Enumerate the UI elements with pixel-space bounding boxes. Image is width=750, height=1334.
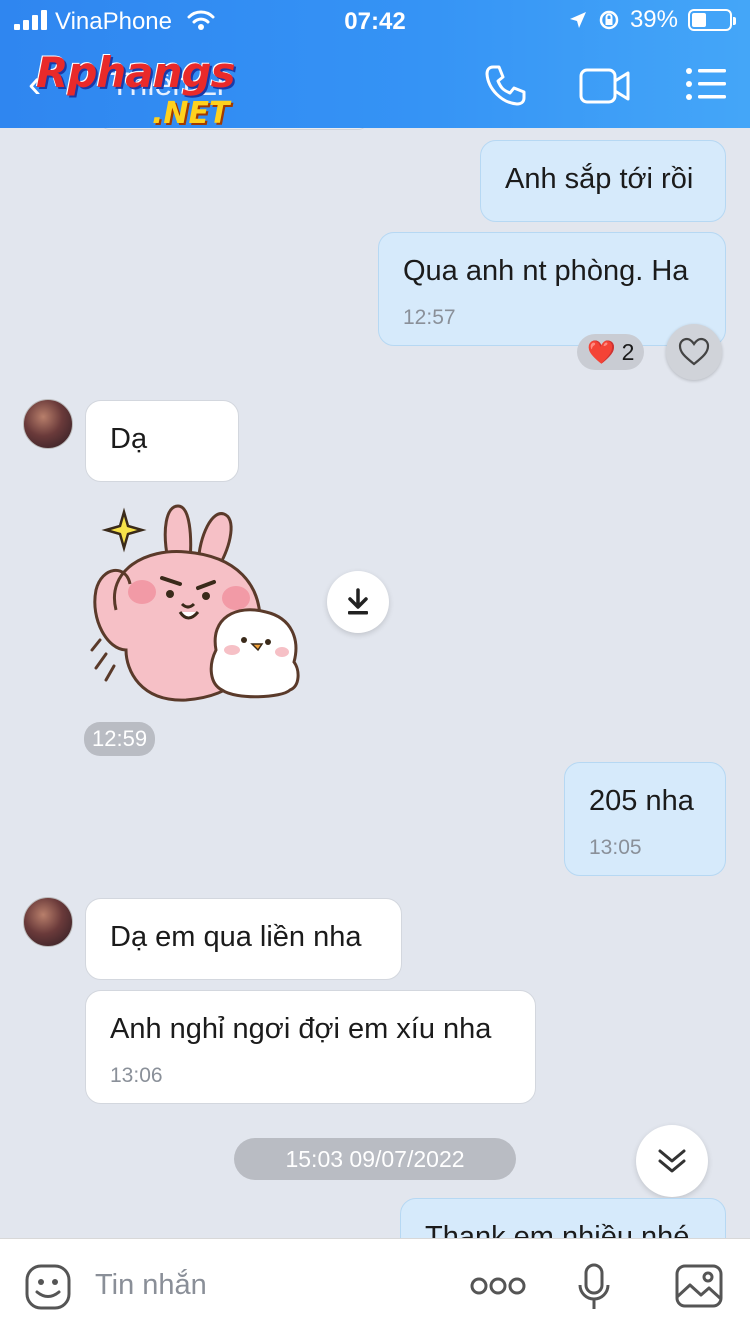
- emoji-icon[interactable]: [24, 1263, 72, 1311]
- message-outgoing[interactable]: 205 nha 13:05: [564, 762, 726, 876]
- message-time: 12:57: [403, 306, 456, 329]
- status-right: 39%: [568, 6, 736, 34]
- scroll-to-bottom-button[interactable]: [636, 1125, 708, 1197]
- message-outgoing[interactable]: Qua anh nt phòng. Ha 12:57: [378, 232, 726, 346]
- composer-bar: Tin nhắn: [0, 1238, 750, 1334]
- heart-outline-icon: [678, 337, 710, 366]
- battery-icon: [688, 9, 736, 31]
- message-list[interactable]: Anh sắp tới rồi Qua anh nt phòng. Ha 12:…: [0, 128, 750, 1238]
- avatar[interactable]: [23, 897, 73, 947]
- watermark-logo: Rphangs .NET: [36, 48, 266, 132]
- message-incoming[interactable]: Anh nghỉ ngơi đợi em xíu nha 13:06: [85, 990, 536, 1104]
- battery-percent: 39%: [629, 6, 678, 33]
- message-text: Thank em nhiều nhé: [425, 1221, 690, 1238]
- message-input[interactable]: Tin nhắn: [95, 1269, 207, 1302]
- reaction-badge[interactable]: ❤️ 2: [577, 334, 645, 370]
- download-sticker-button[interactable]: [327, 571, 389, 633]
- previous-bubble-edge: [100, 128, 368, 130]
- message-text: Anh nghỉ ngơi đợi em xíu nha: [110, 1013, 492, 1045]
- microphone-icon[interactable]: [576, 1263, 612, 1313]
- download-icon: [348, 588, 368, 615]
- message-time: 13:06: [110, 1064, 163, 1087]
- message-text: Qua anh nt phòng. Ha: [403, 255, 689, 287]
- double-chevron-down-icon: [658, 1149, 686, 1173]
- react-heart-button[interactable]: [666, 324, 722, 380]
- avatar[interactable]: [23, 399, 73, 449]
- message-text: 205 nha: [589, 785, 694, 817]
- logo-main: Rphangs: [36, 48, 236, 97]
- heart-reaction-icon: ❤️: [587, 338, 616, 365]
- logo-sub: .NET: [152, 96, 230, 131]
- message-incoming[interactable]: Dạ: [85, 400, 239, 482]
- message-text: Dạ em qua liền nha: [110, 921, 362, 953]
- chat-header: VinaPhone 07:42 39% ‹ Thiên Li Rphangs .…: [0, 0, 750, 131]
- message-outgoing[interactable]: Anh sắp tới rồi: [480, 140, 726, 222]
- sticker-image[interactable]: [86, 500, 306, 706]
- sticker-time: 12:59: [84, 722, 156, 756]
- image-icon[interactable]: [674, 1263, 724, 1309]
- message-text: Dạ: [110, 423, 148, 455]
- menu-list-icon[interactable]: [684, 66, 728, 102]
- reaction-count: 2: [621, 338, 635, 365]
- rotation-lock-icon: [599, 10, 619, 30]
- location-arrow-icon: [569, 12, 586, 28]
- video-camera-icon[interactable]: [578, 66, 632, 106]
- message-incoming[interactable]: Dạ em qua liền nha: [85, 898, 402, 980]
- message-text: Anh sắp tới rồi: [505, 163, 694, 195]
- date-separator: 15:03 09/07/2022: [234, 1138, 516, 1180]
- status-bar: VinaPhone 07:42 39%: [0, 0, 750, 42]
- message-outgoing[interactable]: Thank em nhiều nhé: [400, 1198, 726, 1238]
- phone-icon[interactable]: [482, 62, 528, 108]
- more-dots-icon[interactable]: [470, 1275, 526, 1297]
- message-time: 13:05: [589, 836, 642, 859]
